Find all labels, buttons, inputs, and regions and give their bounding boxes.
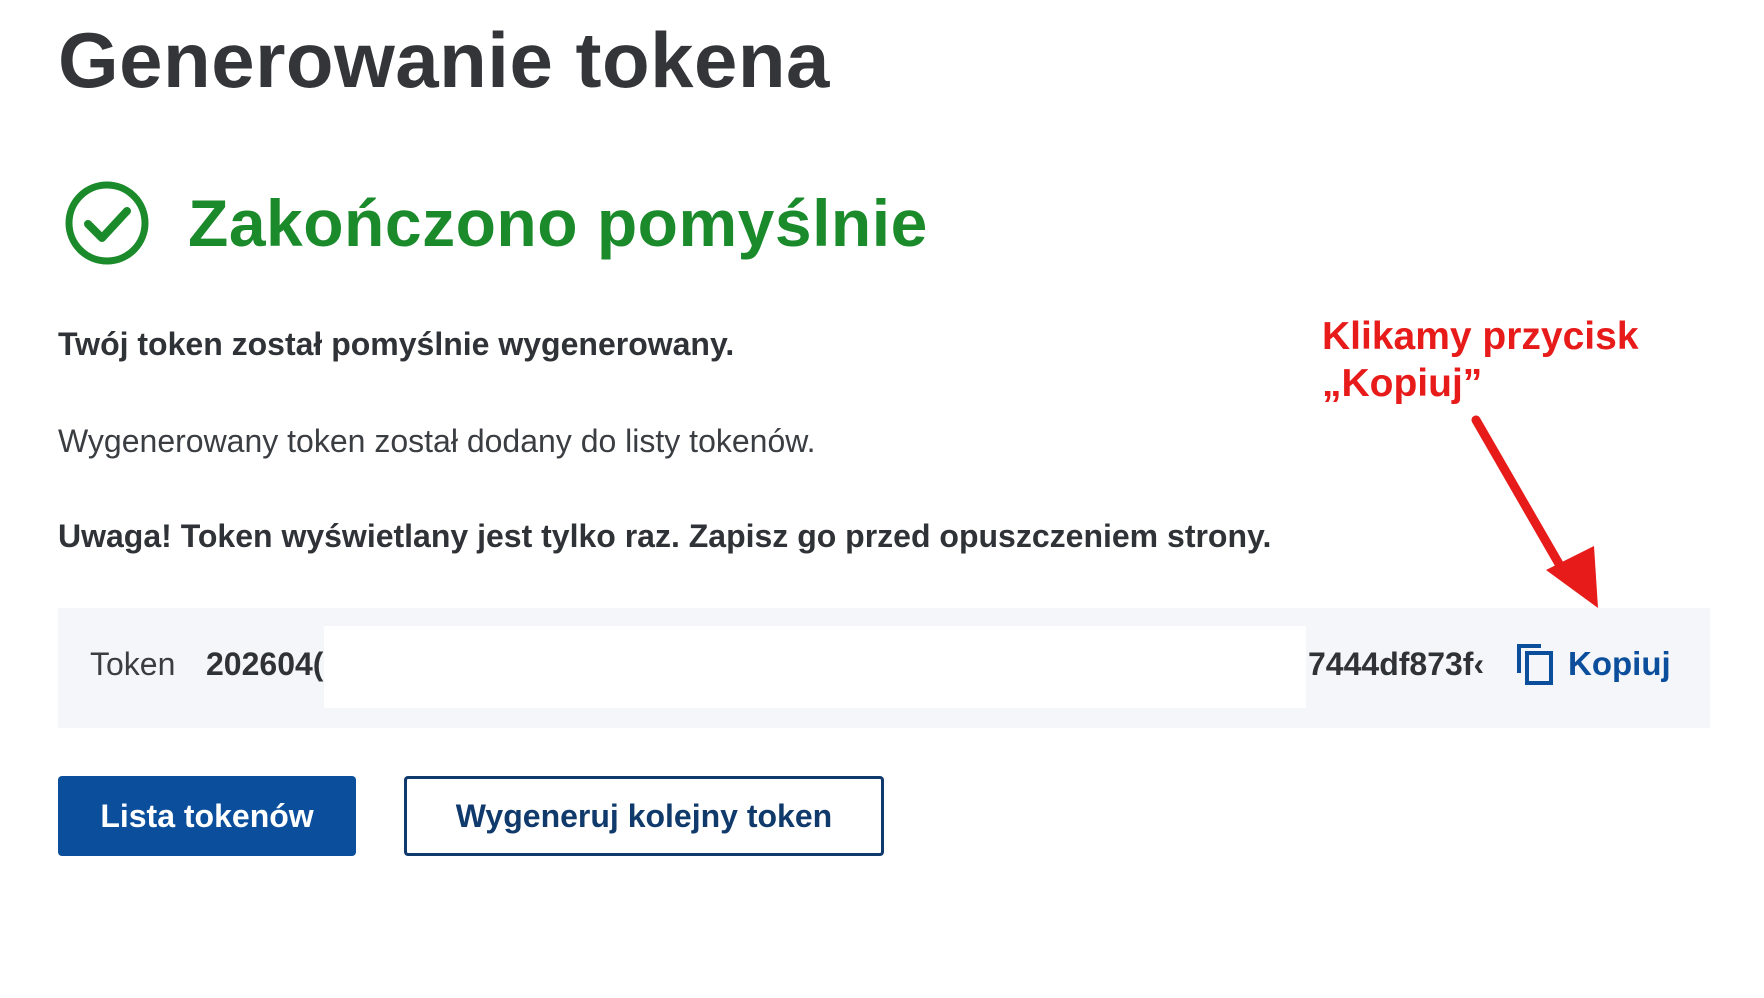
token-list-button[interactable]: Lista tokenów [58, 776, 356, 856]
copy-button[interactable]: Kopiuj [1514, 636, 1671, 692]
token-value-end: 7444df873f‹ [1308, 646, 1485, 682]
token-value-start: 202604( [206, 646, 324, 682]
annotation-line-2: „Kopiuj” [1322, 361, 1483, 405]
copy-label: Kopiuj [1568, 645, 1671, 682]
token-redaction [324, 626, 1306, 708]
success-title: Zakończono pomyślnie [188, 185, 928, 260]
success-message: Twój token został pomyślnie wygenerowany… [58, 326, 735, 362]
generate-another-token-button[interactable]: Wygeneruj kolejny token [404, 776, 884, 856]
instruction-annotation: Klikamy przycisk „Kopiuj” [1322, 314, 1639, 408]
token-panel: Token 202604( 7444df873f‹ Kopiuj [58, 608, 1710, 728]
check-circle-icon [65, 181, 149, 265]
token-label: Token [90, 646, 176, 682]
annotation-line-1: Klikamy przycisk [1322, 315, 1639, 358]
copy-icon [1517, 644, 1553, 685]
red-arrow-icon [1471, 415, 1598, 608]
page-title: Generowanie tokena [58, 16, 830, 104]
warning-message: Uwaga! Token wyświetlany jest tylko raz.… [58, 518, 1272, 554]
info-message: Wygenerowany token został dodany do list… [58, 423, 816, 459]
success-banner: Zakończono pomyślnie [64, 180, 928, 266]
